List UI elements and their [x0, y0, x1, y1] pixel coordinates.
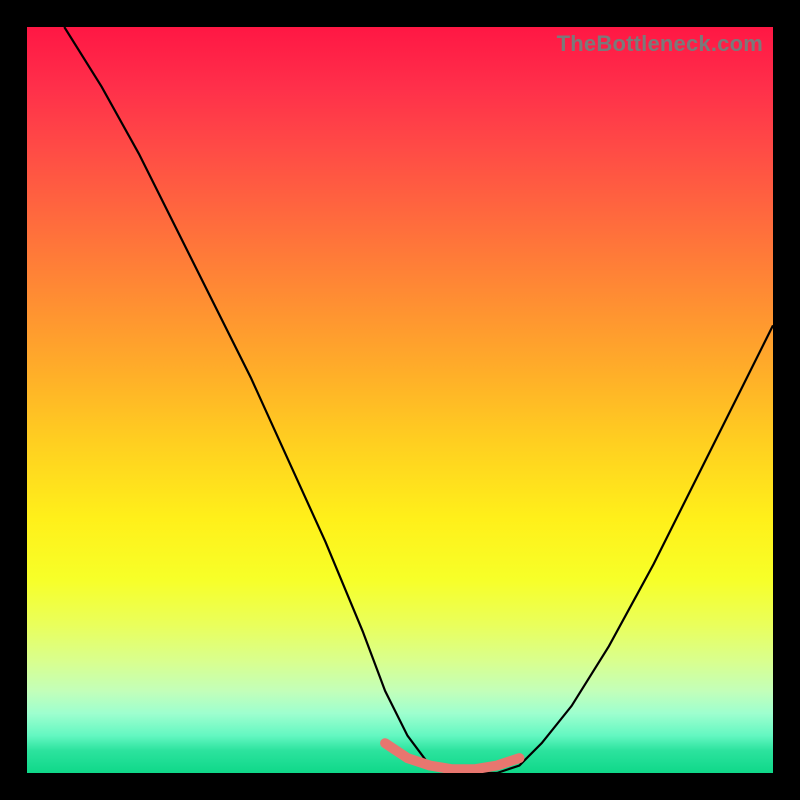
- curve-layer: [27, 27, 773, 773]
- plot-area: TheBottleneck.com: [27, 27, 773, 773]
- optimal-zone-highlight: [385, 743, 519, 769]
- bottleneck-curve: [64, 27, 773, 773]
- chart-container: TheBottleneck.com: [0, 0, 800, 800]
